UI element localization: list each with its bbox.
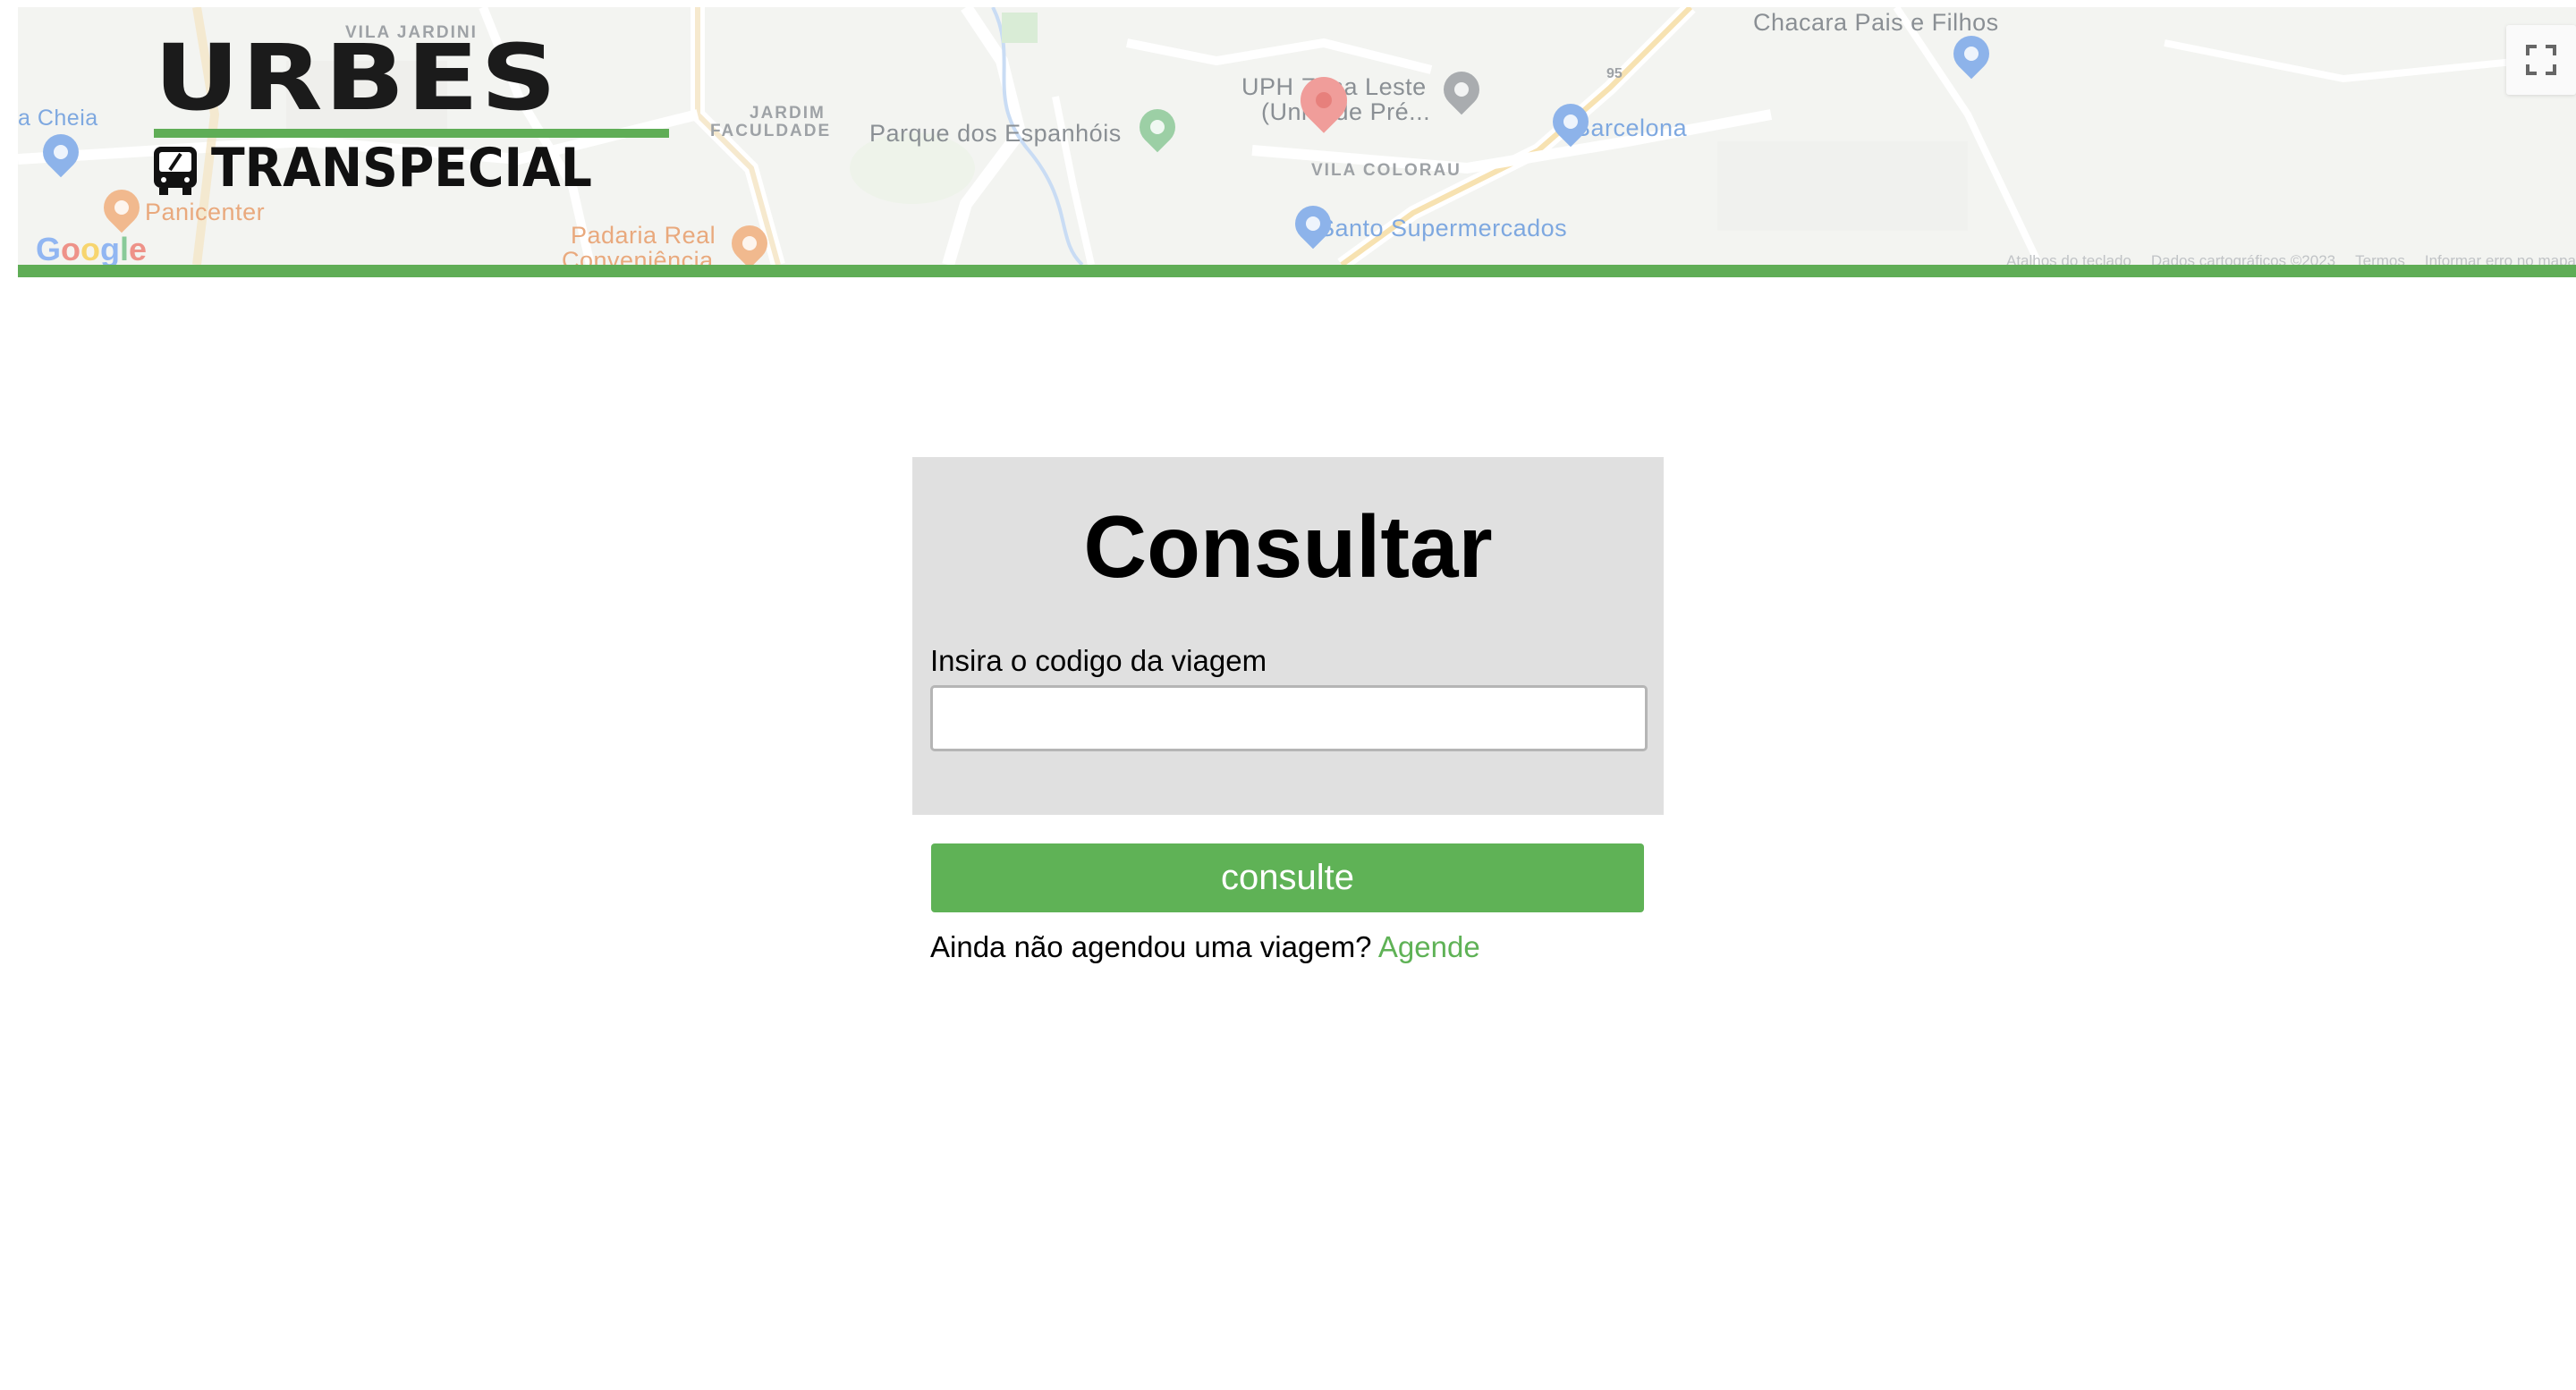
logo-subtitle: TRANSPECIAL xyxy=(211,137,592,199)
google-letter: e xyxy=(129,231,148,265)
map-label-a-cheia: a Cheia xyxy=(18,106,98,131)
schedule-link[interactable]: Agende xyxy=(1378,930,1480,963)
map-footer: Atalhos do teclado Dados cartográficos ©… xyxy=(2006,252,2576,265)
google-letter: l xyxy=(120,231,130,265)
map-label-santo-supermercados: Santo Supermercados xyxy=(1318,215,1568,242)
google-letter: G xyxy=(36,231,62,265)
consult-card: Consultar Insira o codigo da viagem xyxy=(912,457,1664,815)
map-label-vila-colorau: VILA COLORAU xyxy=(1311,161,1462,180)
fullscreen-button[interactable] xyxy=(2506,25,2576,95)
fullscreen-icon xyxy=(2526,45,2556,75)
map-label-parque-espanhois: Parque dos Espanhóis xyxy=(869,120,1122,147)
google-letter: o xyxy=(61,231,81,265)
trip-code-label: Insira o codigo da viagem xyxy=(930,644,1267,677)
schedule-prompt-text: Ainda não agendou uma viagem? xyxy=(930,930,1372,963)
trip-code-input[interactable] xyxy=(930,685,1648,751)
report-error-link[interactable]: Informar erro no mapa xyxy=(2425,252,2576,265)
keyboard-shortcuts-link[interactable]: Atalhos do teclado xyxy=(2006,252,2131,265)
map-label-padaria: Padaria Real xyxy=(571,222,716,249)
header-map[interactable]: VILA JARDINI a Cheia JARDIM FACULDADE Pa… xyxy=(18,7,2576,265)
logo-title: URBES xyxy=(154,24,559,131)
map-label-jardim: JARDIM xyxy=(750,104,826,123)
google-letter: o xyxy=(80,231,101,265)
map-label-barcelona: Barcelona xyxy=(1574,114,1688,141)
terms-link[interactable]: Termos xyxy=(2355,252,2405,265)
map-label-conveniencia: Conveniência xyxy=(562,247,714,265)
google-letter: g xyxy=(100,231,121,265)
map-label-chacara: Chacara Pais e Filhos xyxy=(1753,9,1999,36)
page-title: Consultar xyxy=(1083,497,1493,596)
schedule-prompt: Ainda não agendou uma viagem? Agende xyxy=(930,930,1480,964)
consult-button[interactable]: consulte xyxy=(931,843,1644,912)
header-divider xyxy=(18,265,2576,277)
map-label-road-95: 95 xyxy=(1606,66,1623,81)
map-label-panicenter: Panicenter xyxy=(145,199,266,225)
google-logo: Google xyxy=(36,231,147,265)
map-data-credit: Dados cartográficos ©2023 xyxy=(2150,252,2336,265)
bus-icon xyxy=(154,147,197,195)
map-label-faculdade: FACULDADE xyxy=(710,122,832,140)
urbes-transpecial-logo: URBES TRANSPECIAL xyxy=(150,32,669,202)
